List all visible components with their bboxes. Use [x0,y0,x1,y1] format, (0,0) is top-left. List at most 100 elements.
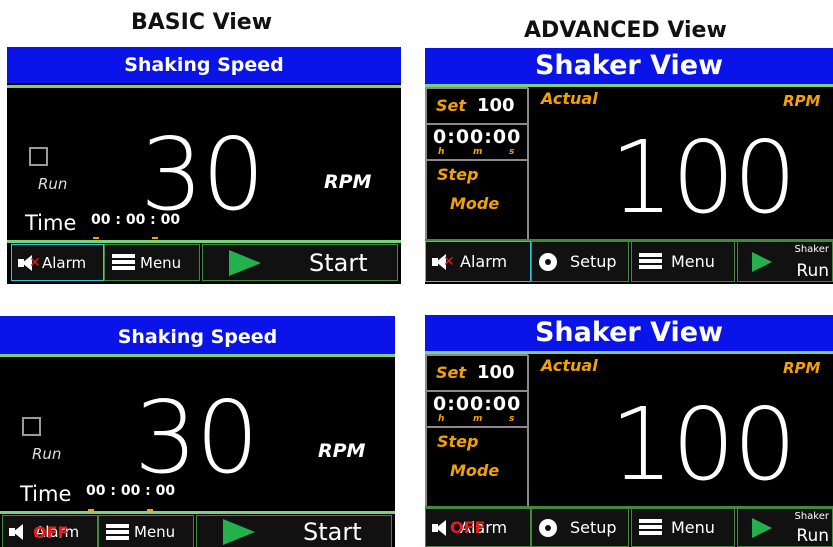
menu-button[interactable]: Menu [631,508,735,547]
speed-value: 30 [134,379,259,496]
timer-tick [93,237,99,239]
speaker-muted-icon [9,524,29,540]
menu-label: Menu [671,518,715,537]
run-label: Run [796,526,829,546]
set-label: Set [436,363,467,382]
header-title: Shaking Speed [7,47,401,83]
advanced-screen-bottom: Shaker View Set 100 0:00:00 h m s Step M… [425,315,833,547]
divider [0,511,395,514]
speed-value: 100 [610,119,797,236]
alarm-button[interactable]: Alarm OFF [2,515,98,547]
rpm-unit: RPM [783,92,821,110]
speaker-muted-icon: ✕ [432,253,455,270]
set-value: 100 [477,362,515,383]
play-icon [223,519,255,545]
step-mode-row[interactable]: Step Mode [426,160,529,242]
start-button[interactable]: Start [196,515,392,547]
menu-icon [106,523,129,541]
header-title: Shaking Speed [0,316,395,354]
timer-value[interactable]: 00 : 00 : 00 [86,483,175,499]
shaker-run-button[interactable]: Shaker Run [737,241,833,282]
setup-button[interactable]: Setup [531,241,629,282]
minutes-label: m [473,147,483,157]
timer-row[interactable]: 0:00:00 h m s [426,124,529,160]
gear-icon [536,250,560,274]
hours-label: h [438,414,445,424]
set-label: Set [436,96,467,115]
menu-label: Menu [671,252,715,271]
basic-screen-top: Shaking Speed Run 30 RPM Time 00 : 00 : … [7,47,401,284]
play-icon [752,251,772,272]
play-icon [229,249,261,276]
alarm-button[interactable]: ✕ Alarm [425,241,531,282]
alarm-button[interactable]: ✕ Alarm [11,244,104,281]
menu-icon [639,519,662,536]
basic-view-heading: BASIC View [131,10,273,35]
minutes-label: m [473,414,483,424]
setup-label: Setup [570,518,617,537]
mode-label: Mode [450,461,500,480]
menu-button[interactable]: Menu [104,244,200,281]
menu-button[interactable]: Menu [631,241,735,282]
gear-icon [536,516,560,540]
menu-icon [639,253,662,270]
shaker-label: Shaker [794,244,829,255]
divider [7,240,401,243]
set-row[interactable]: Set 100 [426,88,529,124]
alarm-label: Alarm [460,252,508,271]
menu-label: Menu [140,253,182,272]
mode-label: Mode [450,194,500,213]
divider [0,354,395,357]
run-checkbox[interactable] [22,417,41,436]
run-label: Run [32,445,62,463]
shaker-label: Shaker [794,511,829,522]
play-icon [752,517,772,538]
timer-value: 0:00:00 [433,393,522,415]
start-button[interactable]: Start [202,244,398,281]
shaker-run-button[interactable]: Shaker Run [737,508,833,547]
header-title: Shaker View [425,315,833,351]
start-label: Start [303,518,362,546]
rpm-unit: RPM [783,359,821,377]
left-panel: Set 100 0:00:00 h m s Step Mode [425,87,529,242]
seconds-label: s [509,414,515,424]
run-checkbox[interactable] [29,147,48,166]
speed-value: 100 [610,386,797,503]
actual-label: Actual [541,89,598,108]
menu-label: Menu [134,523,176,541]
seconds-label: s [509,147,515,157]
step-label: Step [437,432,479,451]
set-row[interactable]: Set 100 [426,355,529,391]
time-label: Time [25,211,77,235]
start-label: Start [309,248,368,277]
step-label: Step [437,165,479,184]
alarm-off-badge: OFF [450,518,486,537]
rpm-unit: RPM [324,171,372,193]
rpm-unit: RPM [318,440,366,462]
left-panel: Set 100 0:00:00 h m s Step Mode [425,354,529,509]
speaker-muted-icon [432,519,452,536]
setup-button[interactable]: Setup [531,508,629,547]
actual-label: Actual [541,356,598,375]
setup-label: Setup [570,252,617,271]
alarm-off-badge: OFF [33,523,69,542]
menu-icon [112,254,135,271]
advanced-view-heading: ADVANCED View [524,18,727,43]
timer-value: 0:00:00 [433,126,522,148]
menu-button[interactable]: Menu [98,515,194,547]
set-value: 100 [477,95,515,116]
step-mode-row[interactable]: Step Mode [426,427,529,509]
alarm-button[interactable]: Alarm OFF [425,508,531,547]
speaker-muted-icon: ✕ [18,254,41,271]
basic-screen-bottom: Shaking Speed Run 30 RPM Time 00 : 00 : … [0,316,395,547]
timer-row[interactable]: 0:00:00 h m s [426,391,529,427]
divider [7,85,401,88]
alarm-label: Alarm [42,253,87,272]
time-label: Time [20,482,72,506]
run-label: Run [38,175,68,193]
speed-value: 30 [140,116,265,233]
header-title: Shaker View [425,48,833,84]
timer-tick [152,237,158,239]
advanced-screen-top: Shaker View Set 100 0:00:00 h m s Step M… [425,48,833,284]
timer-value[interactable]: 00 : 00 : 00 [91,212,180,228]
